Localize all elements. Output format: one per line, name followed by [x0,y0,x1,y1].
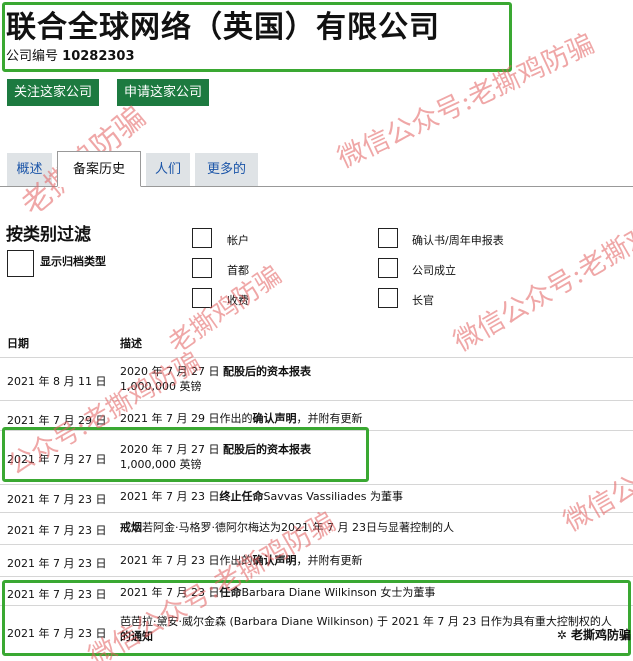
row-divider [0,512,633,513]
row-description: 2021 年 7 月 23 日任命Barbara Diane Wilkinson… [120,585,625,600]
filter-capital-label: 首都 [227,264,249,277]
filter-capital-checkbox[interactable] [192,258,212,278]
row-description: 2021 年 7 月 23 日终止任命Savvas Vassiliades 为董… [120,489,625,504]
company-number-value: 10282303 [62,49,135,64]
desc-text: 2021 年 7 月 23 日 [120,586,220,599]
tab-filing-history[interactable]: 备案历史 [57,151,141,187]
logo-text: 老撕鸡防骗 [570,628,631,642]
tab-overview[interactable]: 概述 [7,153,52,186]
row-divider [0,430,633,431]
desc-text: 2020 年 7 月 27 日 [120,443,223,456]
desc-amount: 1,000,000 英镑 [120,380,202,393]
desc-link[interactable]: 任命 [219,586,241,599]
desc-text: 2021 年 7 月 29 日作出的 [120,412,253,425]
desc-amount: 1,000,000 英镑 [120,458,202,471]
filter-incorporation-label: 公司成立 [412,264,456,277]
desc-link[interactable]: 戒烟 [120,521,142,534]
row-divider [0,357,633,358]
filter-accounts-label: 帐户 [227,234,249,247]
desc-text: ，并附有更新 [296,412,363,425]
row-date: 2021 年 7 月 23 日 [7,524,107,537]
desc-link[interactable]: 的通知 [120,630,153,643]
tab-people[interactable]: 人们 [146,153,190,186]
apply-company-button[interactable]: 申请这家公司 [117,79,210,106]
wechat-icon: ✲ [556,628,571,642]
row-date: 2021 年 7 月 29 日 [7,414,107,427]
filter-officers-checkbox[interactable] [378,288,398,308]
row-date: 2021 年 8 月 11 日 [7,375,107,388]
tab-more[interactable]: 更多的 [195,153,258,186]
row-divider [0,605,633,606]
follow-company-button[interactable]: 关注这家公司 [7,79,100,106]
row-date: 2021 年 7 月 27 日 [7,453,107,466]
column-header-description: 描述 [120,337,142,350]
filter-accounts-checkbox[interactable] [192,228,212,248]
row-description: 2021 年 7 月 29 日作出的确认声明，并附有更新 [120,411,625,426]
filter-confirmation-label: 确认书/周年申报表 [412,234,504,247]
row-description: 2020 年 7 月 27 日 配股后的资本报表 1,000,000 英镑 [120,442,625,472]
desc-text: 2021 年 7 月 23 日 [120,490,220,503]
row-divider [0,576,633,577]
row-date: 2021 年 7 月 23 日 [7,557,107,570]
desc-link[interactable]: 终止任命 [219,490,263,503]
desc-link[interactable]: 确认声明 [252,412,296,425]
desc-text: 芭芭拉·黛安·威尔金森 (Barbara Diane Wilkinson) 于 … [120,615,612,628]
desc-text: ，并附有更新 [296,554,363,567]
show-archive-label: 显示归档类型 [40,255,106,268]
company-number: 公司编号 10282303 [6,45,135,64]
desc-link[interactable]: 配股后的资本报表 [223,443,311,456]
row-divider [0,484,633,485]
company-number-label: 公司编号 [6,49,59,64]
column-header-date: 日期 [7,337,29,350]
desc-text: Barbara Diane Wilkinson 女士为董事 [241,586,436,599]
row-divider [0,400,633,401]
desc-text: 2021 年 7 月 23 日作出的 [120,554,253,567]
row-date: 2021 年 7 月 23 日 [7,588,107,601]
filter-officers-label: 长官 [412,294,434,307]
show-archive-checkbox[interactable] [7,250,34,277]
row-description: 2020 年 7 月 27 日 配股后的资本报表 1,000,000 英镑 [120,364,625,394]
desc-link[interactable]: 配股后的资本报表 [223,365,311,378]
watermark-text: 老撕鸡防骗 [163,260,288,360]
row-description: 芭芭拉·黛安·威尔金森 (Barbara Diane Wilkinson) 于 … [120,614,625,644]
filter-charges-checkbox[interactable] [192,288,212,308]
watermark-text: 微信公众号:老撕鸡防骗 [448,191,633,358]
desc-text: 若阿金·马格罗·德阿尔梅达为2021 年 7 月 23日与显著控制的人 [142,521,454,534]
row-description: 2021 年 7 月 23 日作出的确认声明，并附有更新 [120,553,625,568]
filter-incorporation-checkbox[interactable] [378,258,398,278]
filter-title: 按类别过滤 [6,225,91,245]
wechat-logo: ✲ 老撕鸡防骗 [557,626,631,643]
desc-text: Savvas Vassiliades 为董事 [263,490,403,503]
row-date: 2021 年 7 月 23 日 [7,493,107,506]
row-divider [0,544,633,545]
company-name: 联合全球网络（英国）有限公司 [6,10,440,45]
desc-text: 2020 年 7 月 27 日 [120,365,223,378]
desc-link[interactable]: 确认声明 [252,554,296,567]
row-date: 2021 年 7 月 23 日 [7,627,107,640]
filter-confirmation-checkbox[interactable] [378,228,398,248]
filter-charges-label: 收费 [227,294,249,307]
row-description: 戒烟若阿金·马格罗·德阿尔梅达为2021 年 7 月 23日与显著控制的人 [120,520,625,535]
